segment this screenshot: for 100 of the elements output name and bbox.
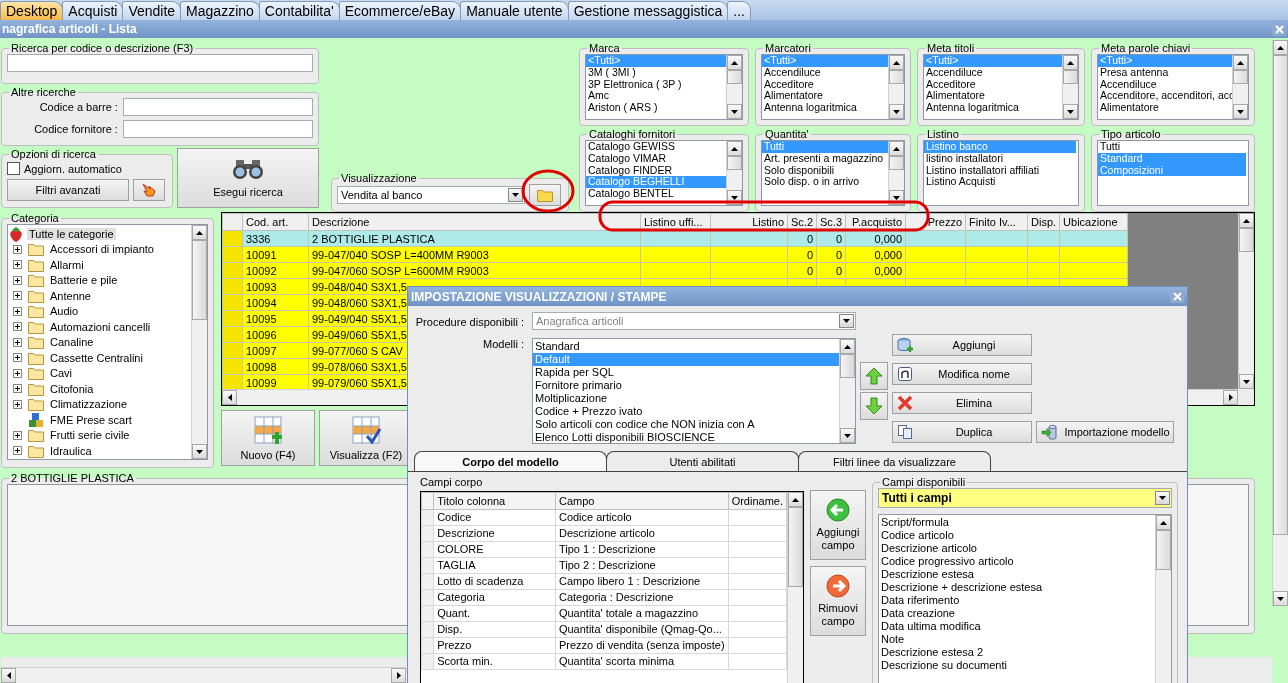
tab[interactable]: Magazzino — [180, 1, 260, 20]
scroll-down-button[interactable] — [889, 104, 904, 119]
list-item[interactable]: Acceditore — [762, 78, 888, 91]
tree-item[interactable]: Batterie e pile — [48, 274, 120, 287]
expand-icon[interactable] — [13, 322, 22, 332]
scroll-right-button[interactable] — [1223, 390, 1238, 405]
tree-item[interactable]: Accessori di impianto — [48, 243, 156, 256]
column-header[interactable]: Finito Iv... — [965, 213, 1028, 231]
tab[interactable]: Ecommerce/eBay — [338, 1, 462, 20]
scroll-up-button[interactable] — [1233, 55, 1248, 70]
add-field-button[interactable]: Aggiungi campo — [810, 490, 866, 560]
list-item[interactable]: Note — [879, 633, 1155, 646]
list-item[interactable]: listino installatori — [924, 152, 1076, 165]
tree-item[interactable]: Automazioni cancelli — [48, 320, 153, 333]
folder-button[interactable] — [529, 184, 561, 206]
list-item[interactable]: Moltiplicazione — [533, 392, 839, 405]
tree-item[interactable]: Canaline — [48, 336, 96, 349]
scrollbar-thumb[interactable] — [1239, 228, 1254, 252]
list-item[interactable]: Descrizione articolo — [879, 542, 1155, 555]
scrollbar-thumb[interactable] — [727, 156, 742, 170]
tab[interactable]: Corpo del modello — [414, 451, 607, 471]
tree-item[interactable]: FME Prese scart — [48, 413, 134, 426]
auto-update-checkbox[interactable]: Aggiorn. automatico — [7, 160, 167, 177]
scroll-down-button[interactable] — [1273, 591, 1288, 606]
expand-icon[interactable] — [13, 368, 22, 378]
column-header[interactable]: Ubicazione — [1059, 213, 1128, 231]
list-item[interactable]: Amc — [586, 90, 726, 103]
tree-item[interactable]: Allarmi — [48, 258, 86, 271]
scroll-up-button[interactable] — [1156, 515, 1171, 530]
list-item[interactable]: Accendiluce — [1098, 78, 1232, 91]
tree-item[interactable]: Climatizzazione — [48, 398, 130, 411]
tree-item[interactable]: Idraulica — [48, 444, 94, 457]
fields-filter-dropdown[interactable]: Tutti i campi — [878, 488, 1172, 508]
scroll-right-button[interactable] — [391, 668, 406, 683]
scroll-down-button[interactable] — [1239, 374, 1254, 389]
tree-item[interactable]: Audio — [48, 305, 81, 318]
list-item[interactable]: Codice + Prezzo ivato — [533, 405, 839, 418]
scrollbar-thumb[interactable] — [192, 240, 207, 320]
scrollbar-thumb[interactable] — [840, 354, 855, 378]
scroll-left-button[interactable] — [1, 668, 16, 683]
list-item[interactable]: Solo disp. o in arrivo — [762, 176, 888, 189]
list-item[interactable]: 3M ( 3MI ) — [586, 66, 726, 79]
scroll-up-button[interactable] — [889, 55, 904, 70]
column-header[interactable]: Descrizione — [308, 213, 641, 231]
scroll-up-button[interactable] — [889, 141, 904, 156]
list-item[interactable]: Antenna logaritmica — [924, 102, 1062, 114]
list-item[interactable]: Antenna logaritmica — [762, 102, 888, 114]
checkbox[interactable] — [7, 162, 20, 175]
scroll-left-button[interactable] — [222, 390, 237, 405]
scroll-up-button[interactable] — [840, 339, 855, 354]
scrollbar-thumb[interactable] — [1233, 70, 1248, 84]
input-field[interactable] — [122, 120, 313, 138]
expand-icon[interactable] — [13, 399, 22, 409]
scrollbar-thumb[interactable] — [889, 156, 904, 170]
search-field[interactable] — [7, 54, 313, 72]
dialog-button[interactable]: Aggiungi — [892, 334, 1032, 356]
list-item[interactable]: Accendiluce — [924, 66, 1062, 79]
scroll-up-button[interactable] — [1273, 40, 1288, 55]
list-item[interactable]: 3P Elettronica ( 3P ) — [586, 78, 726, 91]
list-item[interactable]: Catalogo GEWISS — [586, 141, 726, 153]
list-item[interactable]: Alimentatore — [762, 90, 888, 103]
scroll-up-button[interactable] — [788, 492, 803, 507]
list-item[interactable]: Listino installatori affiliati — [924, 164, 1076, 177]
list-item[interactable]: Codice progressivo articolo — [879, 555, 1155, 568]
scroll-up-button[interactable] — [727, 141, 742, 156]
scroll-down-button[interactable] — [1063, 104, 1078, 119]
scroll-down-button[interactable] — [192, 444, 207, 459]
tab[interactable]: Acquisti — [62, 1, 124, 20]
tree-item[interactable]: Cavi — [48, 367, 74, 380]
import-button[interactable]: Importazione modello — [1036, 421, 1174, 443]
scroll-down-button[interactable] — [727, 104, 742, 119]
list-item[interactable]: Accendiluce — [762, 66, 888, 79]
list-item[interactable]: Presa antenna — [1098, 66, 1232, 79]
list-item[interactable]: Solo disponibili — [762, 164, 888, 177]
list-item[interactable]: Acceditore — [924, 78, 1062, 91]
list-item[interactable]: Solo articoli con codice che NON inizia con A — [533, 418, 839, 431]
list-item[interactable]: Alimentatore — [1098, 102, 1232, 114]
expand-icon[interactable] — [13, 275, 22, 285]
scroll-up-button[interactable] — [727, 55, 742, 70]
expand-icon[interactable] — [13, 384, 22, 394]
list-item[interactable]: Descrizione + descrizione estesa — [879, 581, 1155, 594]
scrollbar-thumb[interactable] — [1063, 70, 1078, 84]
scrollbar-thumb[interactable] — [1156, 530, 1171, 570]
dropdown-button[interactable] — [1155, 491, 1170, 505]
dialog-button[interactable]: Elimina — [892, 392, 1032, 414]
list-item[interactable]: Data creazione — [879, 607, 1155, 620]
list-item[interactable]: Tutti — [1098, 141, 1246, 153]
column-header[interactable]: Ordiname. — [728, 492, 787, 510]
list-item[interactable]: Script/formula — [879, 516, 1155, 529]
remove-field-button[interactable]: Rimuovi campo — [810, 566, 866, 636]
view-dropdown[interactable]: Vendita al banco — [337, 186, 525, 204]
list-item[interactable]: Catalogo VIMAR — [586, 152, 726, 165]
tab[interactable]: Manuale utente — [460, 1, 569, 20]
expand-icon[interactable] — [13, 430, 22, 440]
list-item[interactable]: Alimentatore — [924, 90, 1062, 103]
list-item[interactable]: Descrizione su documenti — [879, 659, 1155, 672]
dialog-button[interactable]: Duplica — [892, 421, 1032, 443]
scrollbar-thumb[interactable] — [889, 70, 904, 84]
scroll-down-button[interactable] — [840, 428, 855, 443]
expand-icon[interactable] — [13, 353, 22, 363]
